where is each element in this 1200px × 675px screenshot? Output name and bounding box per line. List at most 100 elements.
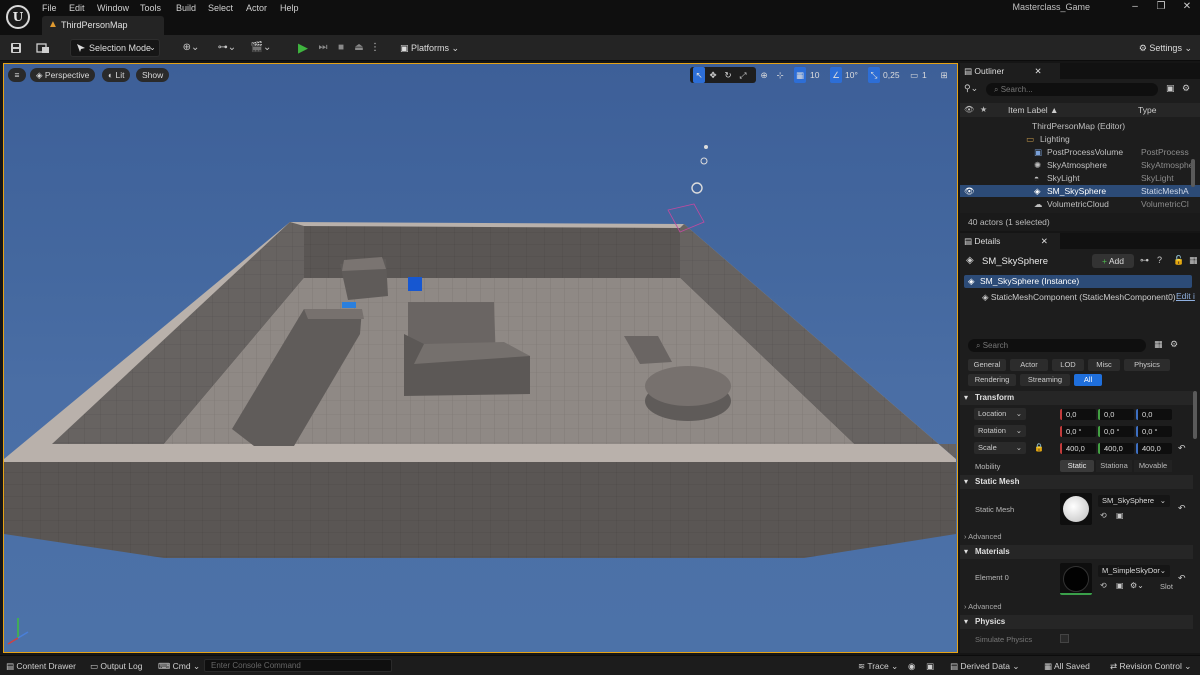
- type-header[interactable]: Type: [1138, 105, 1156, 115]
- close-icon[interactable]: ✕: [1041, 236, 1048, 246]
- content-drawer-button[interactable]: ▤ Content Drawer: [6, 660, 76, 672]
- platforms-button[interactable]: ▣ Platforms ⌄: [400, 39, 459, 57]
- show-button[interactable]: Show: [136, 68, 170, 82]
- settings-button[interactable]: ⚙ Settings ⌄: [1139, 39, 1192, 57]
- use-selected-icon[interactable]: ⟲: [1100, 511, 1107, 520]
- static-mesh-advanced[interactable]: › Advanced: [964, 532, 1002, 541]
- component-row[interactable]: ◈ StaticMeshComponent (StaticMeshCompone…: [982, 291, 1182, 303]
- details-scrollbar[interactable]: [1193, 391, 1197, 439]
- scale-tool-icon[interactable]: ⤢: [737, 67, 749, 83]
- mobility-static[interactable]: Static: [1060, 460, 1094, 472]
- location-z-field[interactable]: 0,0: [1136, 409, 1172, 420]
- scale-snap-icon[interactable]: ⤡: [868, 67, 880, 83]
- console-command-input[interactable]: Enter Console Command: [204, 659, 392, 672]
- property-matrix-icon[interactable]: ▦: [1154, 339, 1163, 350]
- play-options-icon[interactable]: ⋮: [370, 39, 380, 57]
- add-actor-icon[interactable]: ⊕⌄: [178, 39, 204, 57]
- scale-y-field[interactable]: 400,0: [1098, 443, 1134, 454]
- help-icon[interactable]: ?: [1157, 255, 1162, 265]
- menu-select[interactable]: Select: [208, 2, 233, 14]
- camera-speed-icon[interactable]: ▭: [908, 67, 920, 83]
- outliner-row[interactable]: ▣ PostProcessVolume PostProcess: [960, 146, 1200, 158]
- minimize-icon[interactable]: –: [1122, 0, 1148, 14]
- outliner-row[interactable]: ✺ SkyAtmosphere SkyAtmosphe: [960, 159, 1200, 171]
- save-icon[interactable]: [8, 39, 24, 57]
- filter-icon[interactable]: ⚲⌄: [964, 83, 978, 94]
- rotation-dropdown[interactable]: Rotation ⌄: [974, 425, 1026, 437]
- materials-advanced[interactable]: › Advanced: [964, 602, 1002, 611]
- filter-tab-actor[interactable]: Actor: [1010, 359, 1048, 371]
- filter-tab-rendering[interactable]: Rendering: [968, 374, 1016, 386]
- scale-snap-value[interactable]: 0,25: [883, 67, 900, 83]
- pin-col-icon[interactable]: ★: [980, 105, 987, 114]
- grid-snap-value[interactable]: 10: [810, 67, 819, 83]
- materials-section-header[interactable]: ▾ Materials: [960, 545, 1193, 559]
- outliner-scrollbar[interactable]: [1191, 159, 1195, 187]
- details-settings-icon[interactable]: ⚙: [1170, 339, 1178, 350]
- transform-section-header[interactable]: ▾ Transform: [960, 391, 1193, 405]
- filter-tab-misc[interactable]: Misc: [1088, 359, 1120, 371]
- mobility-stationary[interactable]: Stationa: [1096, 460, 1132, 472]
- visibility-col-icon[interactable]: 👁: [964, 105, 974, 114]
- record-icon[interactable]: ◉: [908, 660, 915, 672]
- content-browser-icon[interactable]: [34, 39, 52, 57]
- location-dropdown[interactable]: Location ⌄: [974, 408, 1026, 420]
- maximize-viewport-icon[interactable]: ⊞: [938, 67, 950, 83]
- item-label-header[interactable]: Item Label ▲: [1008, 105, 1058, 115]
- browse-icon[interactable]: ▣: [1116, 581, 1124, 590]
- menu-help[interactable]: Help: [280, 2, 299, 14]
- stop-icon[interactable]: ■: [334, 39, 348, 57]
- outliner-row[interactable]: ☁ VolumetricCloud VolumetricCl: [960, 198, 1200, 210]
- outliner-row[interactable]: ◓ SkyLight SkyLight: [960, 172, 1200, 184]
- close-icon[interactable]: ✕: [1035, 66, 1042, 76]
- level-viewport[interactable]: ≡ ◈ Perspective ◐ Lit Show ↖ ✥ ↻ ⤢ ⊕ ⊹ ▦…: [3, 63, 958, 653]
- selection-mode-dropdown[interactable]: Selection Mode ⌄: [70, 39, 160, 57]
- outliner-row[interactable]: ▭ Lighting: [960, 133, 1200, 145]
- grid-snap-icon[interactable]: ▦: [794, 67, 806, 83]
- instance-row[interactable]: ◈ SM_SkySphere (Instance): [964, 275, 1192, 288]
- material-thumbnail[interactable]: [1060, 563, 1092, 595]
- camera-speed-value[interactable]: 1: [922, 67, 927, 83]
- tab-outliner[interactable]: ▤ Outliner ✕: [960, 63, 1060, 79]
- details-grid-icon[interactable]: ▦: [1189, 255, 1198, 266]
- use-selected-icon[interactable]: ⟲: [1100, 581, 1107, 590]
- close-icon[interactable]: ✕: [1174, 0, 1200, 14]
- tab-level[interactable]: ▲ ThirdPersonMap: [42, 16, 164, 35]
- reset-icon[interactable]: ↶: [1178, 443, 1186, 454]
- output-log-button[interactable]: ▭ Output Log: [90, 660, 142, 672]
- menu-tools[interactable]: Tools: [140, 2, 161, 14]
- rotation-snap-value[interactable]: 10°: [845, 67, 858, 83]
- physics-section-header[interactable]: ▾ Physics: [960, 615, 1193, 629]
- reset-icon[interactable]: ↶: [1178, 503, 1186, 514]
- simulate-physics-checkbox[interactable]: [1060, 634, 1069, 643]
- browse-icon[interactable]: ▣: [1116, 511, 1124, 520]
- revision-control-button[interactable]: ⇄ Revision Control ⌄: [1110, 660, 1191, 672]
- move-tool-icon[interactable]: ✥: [707, 67, 719, 83]
- outliner-settings-icon[interactable]: ⚙: [1182, 83, 1190, 94]
- material-picker[interactable]: M_SimpleSkyDor ⌄: [1098, 565, 1170, 577]
- menu-file[interactable]: File: [42, 2, 57, 14]
- edit-link[interactable]: Edit i: [1176, 291, 1200, 301]
- location-x-field[interactable]: 0,0: [1060, 409, 1096, 420]
- rotation-y-field[interactable]: 0,0 °: [1098, 426, 1134, 437]
- rotate-tool-icon[interactable]: ↻: [722, 67, 734, 83]
- blueprint-icon[interactable]: ⊶⌄: [214, 39, 240, 57]
- scale-z-field[interactable]: 400,0: [1136, 443, 1172, 454]
- filter-tab-lod[interactable]: LOD: [1052, 359, 1084, 371]
- rotation-snap-icon[interactable]: ∠: [830, 67, 842, 83]
- derived-data-button[interactable]: ▤ Derived Data ⌄: [950, 660, 1020, 672]
- menu-build[interactable]: Build: [176, 2, 196, 14]
- lit-button[interactable]: ◐ Lit: [102, 68, 131, 82]
- options-icon[interactable]: ⚙⌄: [1130, 581, 1144, 590]
- outliner-search-input[interactable]: ⌕ Search...: [986, 83, 1158, 96]
- filter-tab-all[interactable]: All: [1074, 374, 1102, 386]
- lock-scale-icon[interactable]: 🔒: [1034, 443, 1044, 452]
- menu-actor[interactable]: Actor: [246, 2, 267, 14]
- filter-tab-physics[interactable]: Physics: [1124, 359, 1170, 371]
- step-icon[interactable]: ⏭: [316, 39, 330, 57]
- trace-dropdown[interactable]: ≋ Trace ⌄: [858, 660, 898, 672]
- static-mesh-section-header[interactable]: ▾ Static Mesh: [960, 475, 1193, 489]
- world-space-icon[interactable]: ⊕: [758, 67, 770, 83]
- scale-x-field[interactable]: 400,0: [1060, 443, 1096, 454]
- rotation-x-field[interactable]: 0,0 °: [1060, 426, 1096, 437]
